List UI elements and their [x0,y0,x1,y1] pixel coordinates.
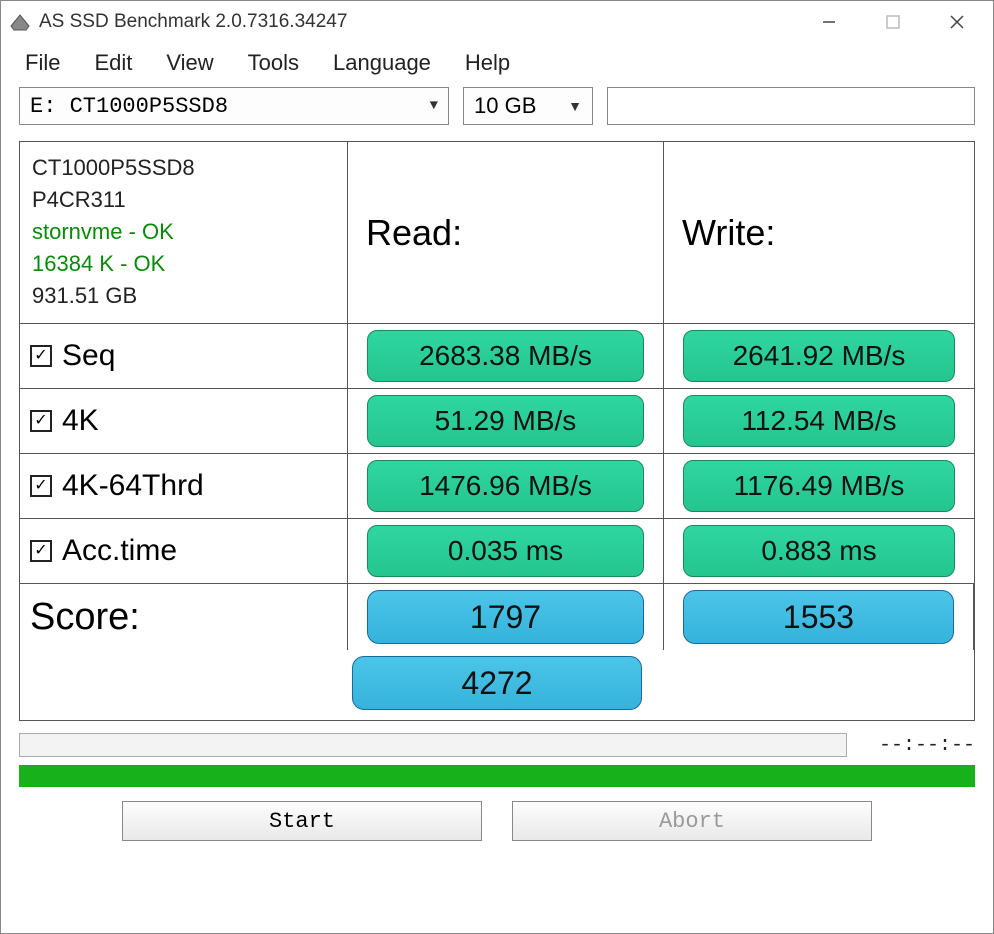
menu-help[interactable]: Help [465,50,510,76]
status-bar [19,765,975,787]
info-alignment: 16384 K - OK [32,248,165,280]
minimize-button[interactable] [809,7,849,37]
acc-read: 0.035 ms [367,525,644,577]
menu-language[interactable]: Language [333,50,431,76]
drive-info: CT1000P5SSD8 P4CR311 stornvme - OK 16384… [20,142,348,323]
label-acc: Acc.time [62,534,177,568]
label-4k64: 4K-64Thrd [62,469,204,503]
menubar: File Edit View Tools Language Help [1,43,993,83]
menu-file[interactable]: File [25,50,60,76]
filter-input[interactable] [607,87,975,125]
row-acc: ✓ Acc.time 0.035 ms 0.883 ms [20,519,974,584]
drive-select[interactable]: E: CT1000P5SSD8 ▼ [19,87,449,125]
abort-button: Abort [512,801,872,841]
4k64-read: 1476.96 MB/s [367,460,644,512]
menu-edit[interactable]: Edit [94,50,132,76]
score-total: 4272 [352,656,642,710]
app-window: AS SSD Benchmark 2.0.7316.34247 File Edi… [0,0,994,934]
header-row: CT1000P5SSD8 P4CR311 stornvme - OK 16384… [20,142,974,324]
chevron-down-icon: ▼ [430,98,438,114]
info-firmware: P4CR311 [32,184,126,216]
label-4k: 4K [62,404,99,438]
read-header: Read: [348,142,664,323]
window-controls [809,7,977,37]
titlebar: AS SSD Benchmark 2.0.7316.34247 [1,1,993,43]
results-grid: CT1000P5SSD8 P4CR311 stornvme - OK 16384… [19,141,975,721]
maximize-button[interactable] [873,7,913,37]
menu-view[interactable]: View [166,50,213,76]
chevron-down-icon: ▼ [568,98,582,114]
checkbox-4k64[interactable]: ✓ [30,475,52,497]
checkbox-seq[interactable]: ✓ [30,345,52,367]
label-seq: Seq [62,339,115,373]
info-model: CT1000P5SSD8 [32,152,195,184]
score-write: 1553 [683,590,955,644]
toolbar: E: CT1000P5SSD8 ▼ 10 GB ▼ [1,83,993,133]
size-select[interactable]: 10 GB ▼ [463,87,593,125]
row-seq: ✓ Seq 2683.38 MB/s 2641.92 MB/s [20,324,974,389]
4k-read: 51.29 MB/s [367,395,644,447]
progress-bar [19,733,847,757]
seq-write: 2641.92 MB/s [683,330,956,382]
seq-read: 2683.38 MB/s [367,330,644,382]
score-label: Score: [30,596,140,639]
info-driver: stornvme - OK [32,216,174,248]
acc-write: 0.883 ms [683,525,956,577]
close-button[interactable] [937,7,977,37]
window-title: AS SSD Benchmark 2.0.7316.34247 [39,11,809,33]
row-4k: ✓ 4K 51.29 MB/s 112.54 MB/s [20,389,974,454]
row-score: Score: 1797 1553 4272 [20,584,974,720]
write-header: Write: [664,142,974,323]
menu-tools[interactable]: Tools [248,50,299,76]
start-button[interactable]: Start [122,801,482,841]
app-icon [9,12,31,32]
4k-write: 112.54 MB/s [683,395,956,447]
info-capacity: 931.51 GB [32,280,137,312]
score-read: 1797 [367,590,644,644]
elapsed-time: --:--:-- [865,734,975,757]
4k64-write: 1176.49 MB/s [683,460,956,512]
checkbox-acc[interactable]: ✓ [30,540,52,562]
drive-value: E: CT1000P5SSD8 [30,94,228,119]
action-buttons: Start Abort [1,787,993,857]
checkbox-4k[interactable]: ✓ [30,410,52,432]
progress-area: --:--:-- [19,733,975,757]
size-value: 10 GB [474,93,536,119]
row-4k64: ✓ 4K-64Thrd 1476.96 MB/s 1176.49 MB/s [20,454,974,519]
